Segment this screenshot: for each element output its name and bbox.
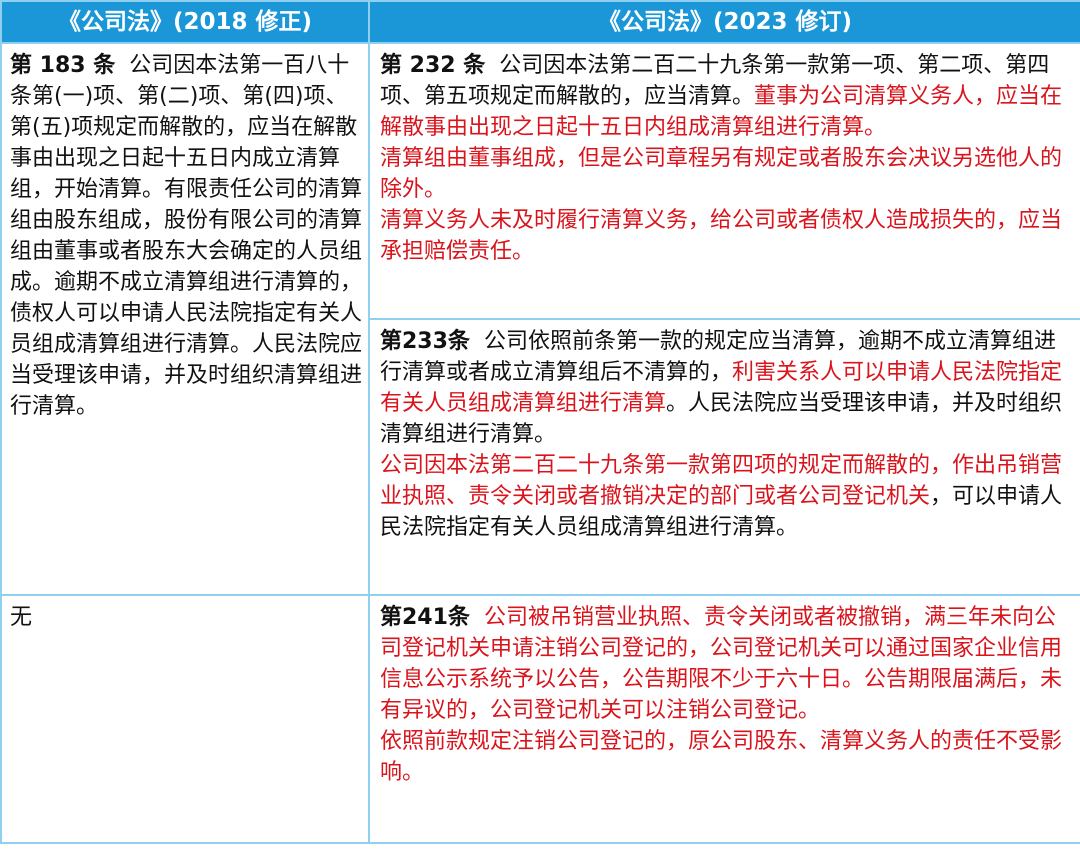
left-column-title: 《公司法》(2018 修正) bbox=[0, 0, 370, 44]
article-number: 第 183 条 bbox=[10, 53, 116, 78]
new-article-232-para-1: 第 232 条 公司因本法第二百二十九条第一款第一项、第二项、第四项、第五项规定… bbox=[380, 50, 1074, 143]
new-article-233-cell: 第233条 公司依照前条第一款的规定应当清算，逾期不成立清算组进行清算或者成立清… bbox=[368, 318, 1080, 596]
old-article-183-cell: 第 183 条 公司因本法第一百八十条第(一)项、第(二)项、第(四)项、第(五… bbox=[0, 42, 370, 596]
table-row: 无 第241条 公司被吊销营业执照、责令关闭或者被撤销，满三年未向公司登记机关申… bbox=[0, 594, 1080, 844]
new-article-232-cell: 第 232 条 公司因本法第二百二十九条第一款第一项、第二项、第四项、第五项规定… bbox=[368, 42, 1080, 320]
new-article-241-para-2: 依照前款规定注销公司登记的，原公司股东、清算义务人的责任不受影响。 bbox=[380, 729, 1063, 785]
new-article-241-para-1: 第241条 公司被吊销营业执照、责令关闭或者被撤销，满三年未向公司登记机关申请注… bbox=[380, 602, 1074, 726]
new-article-232-para-3: 清算义务人未及时履行清算义务，给公司或者债权人造成损失的，应当承担赔偿责任。 bbox=[380, 208, 1063, 264]
article-text: 公司因本法第一百八十条第(一)项、第(二)项、第(四)项、第(五)项规定而解散的… bbox=[10, 53, 363, 419]
article-number: 第 232 条 bbox=[380, 53, 486, 78]
article-number: 第233条 bbox=[380, 329, 470, 354]
old-article-183: 第 183 条 公司因本法第一百八十条第(一)项、第(二)项、第(四)项、第(五… bbox=[10, 50, 362, 422]
new-article-241-cell: 第241条 公司被吊销营业执照、责令关闭或者被撤销，满三年未向公司登记机关申请注… bbox=[368, 594, 1080, 844]
none-text: 无 bbox=[10, 605, 33, 630]
old-none-cell: 无 bbox=[0, 594, 370, 844]
new-article-232-para-2: 清算组由董事组成，但是公司章程另有规定或者股东会决议另选他人的除外。 bbox=[380, 146, 1063, 202]
new-article-233-para-2: 公司因本法第二百二十九条第一款第四项的规定而解散的，作出吊销营业执照、责令关闭或… bbox=[380, 450, 1074, 543]
right-column-title: 《公司法》(2023 修订) bbox=[368, 0, 1080, 44]
new-article-233-para-1: 第233条 公司依照前条第一款的规定应当清算，逾期不成立清算组进行清算或者成立清… bbox=[380, 326, 1074, 450]
header-row: 《公司法》(2018 修正) 《公司法》(2023 修订) bbox=[0, 0, 1080, 44]
amended-text: 公司被吊销营业执照、责令关闭或者被撤销，满三年未向公司登记机关申请注销公司登记的… bbox=[380, 605, 1063, 723]
article-number: 第241条 bbox=[380, 605, 470, 630]
comparison-table: 《公司法》(2018 修正) 《公司法》(2023 修订) 第 183 条 公司… bbox=[0, 0, 1080, 844]
table-row: 第 183 条 公司因本法第一百八十条第(一)项、第(二)项、第(四)项、第(五… bbox=[0, 42, 1080, 596]
